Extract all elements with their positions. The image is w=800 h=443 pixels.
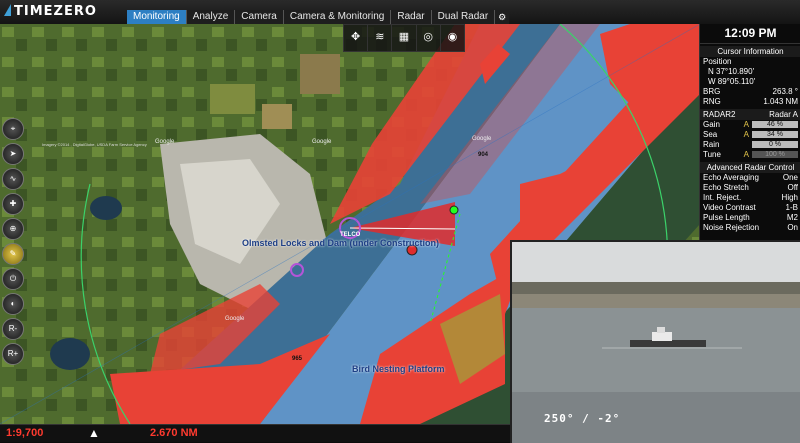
rng-value: 1.043 NM xyxy=(763,97,798,106)
cursor-info-header: Cursor Information xyxy=(700,46,800,57)
info-panel: 12:09 PM Cursor Information Position N 3… xyxy=(699,24,800,240)
google-watermark-4: Google xyxy=(225,316,245,322)
int-reject-value[interactable]: High xyxy=(782,193,798,203)
bird-platform-label[interactable]: Bird Nesting Platform xyxy=(352,364,445,374)
gain-row: Gain A 46 % xyxy=(700,120,800,130)
advanced-row[interactable]: Echo Averaging One xyxy=(700,173,800,183)
top-bar: TIMEZERO Monitoring Analyze Camera Camer… xyxy=(0,0,800,25)
status-bar: 1:9,700 ▲ 2.670 NM xyxy=(0,424,510,442)
gain-slider[interactable]: 46 % xyxy=(752,121,798,128)
google-watermark-3: Google xyxy=(472,136,492,142)
rng-label: RNG xyxy=(703,97,721,106)
telco-label: TELCO xyxy=(340,232,361,238)
pointer-icon[interactable]: ➤ xyxy=(2,143,24,165)
video-contrast-label: Video Contrast xyxy=(703,203,756,212)
gain-mode[interactable]: A xyxy=(744,120,749,130)
tune-label: Tune xyxy=(703,150,721,159)
tab-camera-monitoring[interactable]: Camera & Monitoring xyxy=(282,10,391,24)
range-out-icon[interactable]: R+ xyxy=(2,343,24,365)
tune-row: Tune A 100 % xyxy=(700,150,800,160)
workspace-tabs: Monitoring Analyze Camera Camera & Monit… xyxy=(127,10,510,24)
sea-mode[interactable]: A xyxy=(744,130,749,140)
camera-feed[interactable]: 250° / -2° xyxy=(510,240,800,443)
tune-mode[interactable]: A xyxy=(744,150,749,160)
advanced-row[interactable]: Int. Reject. High xyxy=(700,193,800,203)
left-toolbar: ⌖ ➤ ∿ ✚ ⊕ ✎ ⏻ ◐ R- R+ xyxy=(2,118,24,365)
gain-label: Gain xyxy=(703,120,720,129)
advanced-row[interactable]: Noise Rejection On xyxy=(700,223,800,233)
radar-name: RADAR2 xyxy=(703,110,736,119)
longitude-value: W 89°05.110' xyxy=(708,77,756,86)
tab-dual-radar[interactable]: Dual Radar xyxy=(430,10,495,24)
chart-scale[interactable]: 1:9,700 xyxy=(6,427,43,439)
chart-toolbar: ✥ ≋ ▦ ◎ ◉ xyxy=(343,24,465,52)
imagery-credit: Imagery ©2014 , DigitalGlobe, USDA Farm … xyxy=(42,142,147,147)
tab-monitoring[interactable]: Monitoring xyxy=(127,10,186,24)
sea-row: Sea A 34 % xyxy=(700,130,800,140)
radar-range[interactable]: 2.670 NM xyxy=(150,427,198,439)
brg-row: BRG 263.8 ° xyxy=(700,87,800,97)
tab-camera[interactable]: Camera xyxy=(234,10,283,24)
measure-icon[interactable]: ⌖ xyxy=(2,118,24,140)
rng-row: RNG 1.043 NM xyxy=(700,97,800,107)
camera-icon[interactable]: ◉ xyxy=(441,25,464,51)
lock-dam-label[interactable]: Olmsted Locks and Dam (under Constructio… xyxy=(242,238,439,248)
depth-sounding-2: 965 xyxy=(292,356,303,362)
north-up-icon[interactable]: ▲ xyxy=(88,426,100,440)
echo-stretch-label: Echo Stretch xyxy=(703,183,749,192)
range-in-icon[interactable]: R- xyxy=(2,318,24,340)
google-watermark-1: Google xyxy=(155,139,175,145)
app-name: TIMEZERO xyxy=(14,4,97,19)
tab-analyze[interactable]: Analyze xyxy=(185,10,235,24)
rain-slider[interactable]: 0 % xyxy=(752,141,798,148)
brg-label: BRG xyxy=(703,87,721,96)
position-row: Position xyxy=(700,57,800,67)
rain-label: Rain xyxy=(703,140,720,149)
orbit-icon[interactable]: ◐ xyxy=(2,293,24,315)
sea-label: Sea xyxy=(703,130,718,139)
route-icon[interactable]: ≋ xyxy=(368,25,393,51)
pulse-length-label: Pulse Length xyxy=(703,213,750,222)
workspace-settings-icon[interactable]: ⚙ xyxy=(494,10,510,24)
int-reject-label: Int. Reject. xyxy=(703,193,742,202)
advanced-row[interactable]: Video Contrast 1-B xyxy=(700,203,800,213)
pulse-length-value[interactable]: M2 xyxy=(787,213,798,223)
tab-radar[interactable]: Radar xyxy=(390,10,431,24)
noise-rejection-value[interactable]: On xyxy=(787,223,798,233)
noise-rejection-label: Noise Rejection xyxy=(703,223,760,232)
advanced-row[interactable]: Echo Stretch Off xyxy=(700,183,800,193)
depth-sounding-1: 904 xyxy=(478,152,489,158)
sea-slider[interactable]: 34 % xyxy=(752,131,798,138)
position-label: Position xyxy=(703,57,732,66)
echo-stretch-value[interactable]: Off xyxy=(787,183,798,193)
chart-icon[interactable]: ▦ xyxy=(392,25,417,51)
echo-averaging-label: Echo Averaging xyxy=(703,173,759,182)
latitude-value: N 37°10.890' xyxy=(708,67,755,76)
google-watermark-2: Google xyxy=(312,139,332,145)
echo-averaging-value[interactable]: One xyxy=(783,173,798,183)
radar-icon[interactable]: ◎ xyxy=(417,25,441,51)
latitude-row: N 37°10.890' xyxy=(700,67,800,77)
route-tool-icon[interactable]: ∿ xyxy=(2,168,24,190)
video-contrast-value[interactable]: 1-B xyxy=(786,203,798,213)
zoom-icon[interactable]: ⊕ xyxy=(2,218,24,240)
longitude-row: W 89°05.110' xyxy=(700,77,800,87)
brg-value: 263.8 ° xyxy=(772,87,798,96)
power-icon[interactable]: ⏻ xyxy=(2,268,24,290)
camera-bearing-overlay: 250° / -2° xyxy=(544,412,621,425)
advanced-radar-header: Advanced Radar Control xyxy=(700,162,800,173)
compass-icon[interactable]: ✥ xyxy=(344,25,369,51)
advanced-row[interactable]: Pulse Length M2 xyxy=(700,213,800,223)
app-logo: TIMEZERO xyxy=(4,4,97,19)
mark-icon[interactable]: ✚ xyxy=(2,193,24,215)
rain-row: Rain 0 % xyxy=(700,140,800,150)
logo-icon xyxy=(4,4,11,16)
ruler-icon[interactable]: ✎ xyxy=(2,243,24,265)
radar-source[interactable]: Radar A xyxy=(769,109,798,120)
tune-slider[interactable]: 100 % xyxy=(752,151,798,158)
radar-header: RADAR2 Radar A xyxy=(700,109,800,120)
clock: 12:09 PM xyxy=(700,24,800,44)
